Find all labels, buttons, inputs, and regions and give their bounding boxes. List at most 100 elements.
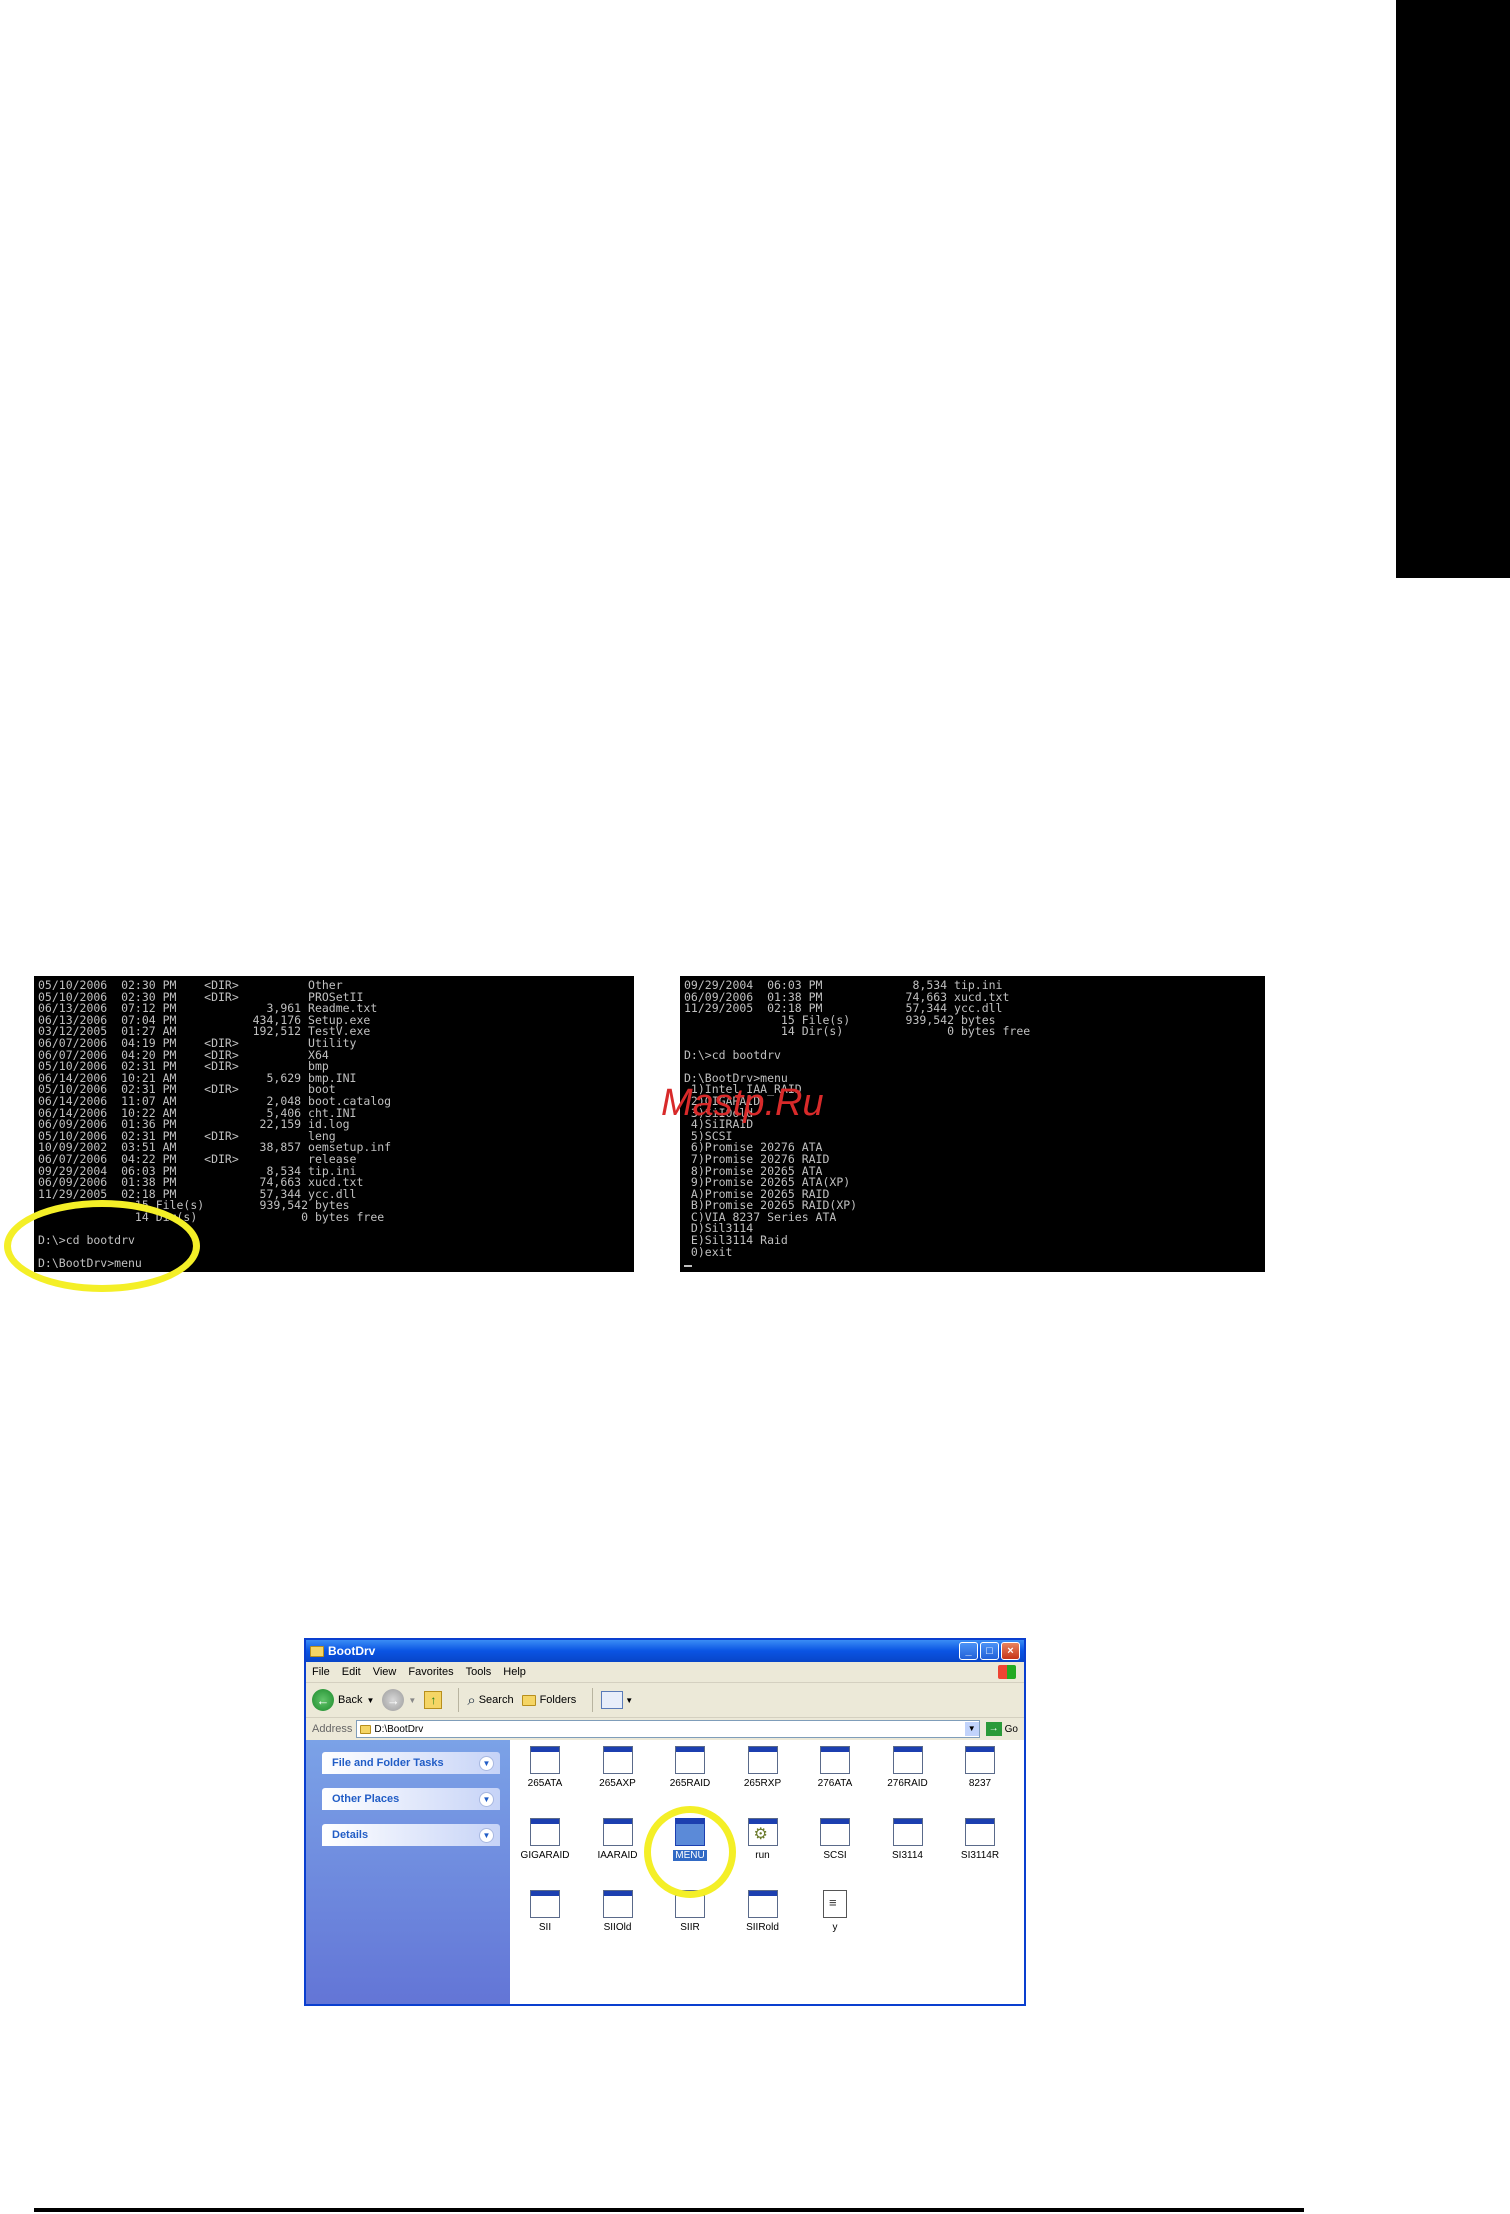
- task-label: Details: [332, 1829, 369, 1841]
- file-name: SIIOld: [603, 1922, 632, 1933]
- address-dropdown-icon[interactable]: ▼: [964, 1722, 979, 1736]
- file-list: 265ATA 265AXP 265RAID 265RXP 276ATA 276RAID 82…: [510, 1740, 1024, 2004]
- file-name: SIIRold: [746, 1922, 779, 1933]
- console-line: E)Sil3114 Raid: [684, 1233, 788, 1248]
- file-item-sii[interactable]: SII: [510, 1890, 580, 1933]
- address-folder-icon: [360, 1724, 372, 1734]
- chevron-down-icon[interactable]: ▼: [479, 1755, 494, 1771]
- program-icon: [602, 1890, 633, 1918]
- program-icon: [965, 1746, 995, 1774]
- file-item-276ata[interactable]: 276ATA: [800, 1746, 870, 1789]
- file-item-siiold[interactable]: SIIOld: [583, 1890, 653, 1933]
- toolbar: ← Back ▼ → ▼ ↑ ⌕ Search Folders ▼: [306, 1683, 1024, 1718]
- forward-arrow-icon: →: [382, 1689, 405, 1711]
- file-name: 8237: [968, 1778, 992, 1789]
- menu-view[interactable]: View: [373, 1666, 397, 1678]
- back-dropdown-icon[interactable]: ▼: [366, 1696, 374, 1705]
- views-dropdown-icon: ▼: [625, 1695, 634, 1705]
- menu-bar: File Edit View Favorites Tools Help: [306, 1662, 1024, 1683]
- task-file-folder[interactable]: File and Folder Tasks ▼: [322, 1752, 500, 1774]
- file-name: SI3114: [892, 1850, 923, 1861]
- task-label: Other Places: [332, 1793, 400, 1805]
- gear-file-icon: [747, 1818, 778, 1846]
- file-name: SIIR: [680, 1922, 700, 1933]
- maximize-button[interactable]: □: [980, 1642, 999, 1660]
- folder-icon: [310, 1645, 324, 1657]
- back-label: Back: [338, 1694, 363, 1706]
- menu-favorites[interactable]: Favorites: [408, 1666, 453, 1678]
- program-icon: [965, 1818, 995, 1846]
- task-details[interactable]: Details ▼: [322, 1824, 500, 1846]
- menu-file[interactable]: File: [312, 1666, 330, 1678]
- forward-button[interactable]: → ▼: [382, 1689, 416, 1711]
- folders-button[interactable]: Folders: [521, 1694, 577, 1706]
- folders-label: Folders: [539, 1694, 577, 1706]
- file-item-265axp[interactable]: 265AXP: [583, 1746, 653, 1789]
- menu-tools[interactable]: Tools: [466, 1666, 492, 1678]
- file-name: 265AXP: [599, 1778, 636, 1789]
- watermark: Mastp.Ru: [661, 1082, 824, 1124]
- go-arrow-icon: →: [985, 1722, 1002, 1736]
- task-other-places[interactable]: Other Places ▼: [322, 1788, 500, 1810]
- views-button[interactable]: ▼: [601, 1691, 633, 1709]
- folders-icon: [521, 1694, 536, 1706]
- menu-edit[interactable]: Edit: [342, 1666, 361, 1678]
- program-icon: [530, 1890, 560, 1918]
- task-label: File and Folder Tasks: [332, 1757, 444, 1769]
- chevron-down-icon[interactable]: ▼: [479, 1791, 494, 1807]
- file-item-265ata[interactable]: 265ATA: [510, 1746, 580, 1789]
- file-item-276raid[interactable]: 276RAID: [873, 1746, 943, 1789]
- toolbar-separator: [592, 1688, 594, 1712]
- search-button[interactable]: ⌕ Search: [467, 1692, 513, 1709]
- highlight-circle-command: [4, 1200, 200, 1292]
- go-label: Go: [1004, 1723, 1018, 1735]
- program-icon: [530, 1746, 560, 1774]
- close-button[interactable]: ×: [1001, 1642, 1020, 1660]
- up-button[interactable]: ↑: [424, 1691, 443, 1709]
- file-name: 276ATA: [817, 1778, 853, 1789]
- search-icon: ⌕: [467, 1691, 476, 1709]
- console-line: D:\>cd bootdrv: [684, 1047, 781, 1062]
- folder-up-icon: ↑: [424, 1691, 443, 1709]
- document-icon: [823, 1890, 847, 1918]
- file-item-scsi[interactable]: SCSI: [800, 1818, 870, 1861]
- console-cursor-line: [684, 1258, 1261, 1270]
- back-arrow-icon: ←: [312, 1689, 334, 1711]
- program-icon: [675, 1746, 705, 1774]
- minimize-button[interactable]: _: [959, 1642, 978, 1660]
- file-item-265rxp[interactable]: 265RXP: [728, 1746, 798, 1789]
- file-item-8237[interactable]: 8237: [945, 1746, 1015, 1789]
- chevron-down-icon[interactable]: ▼: [479, 1827, 494, 1843]
- program-icon: [820, 1818, 850, 1846]
- go-button[interactable]: → Go: [985, 1722, 1018, 1736]
- file-item-siirold[interactable]: SIIRold: [728, 1890, 798, 1933]
- toolbar-separator: [458, 1688, 460, 1712]
- address-label: Address: [312, 1723, 353, 1735]
- file-item-265raid[interactable]: 265RAID: [655, 1746, 725, 1789]
- views-icon: [601, 1691, 624, 1709]
- program-icon: [892, 1818, 923, 1846]
- title-bar[interactable]: BootDrv _ □ ×: [306, 1640, 1024, 1662]
- window-title: BootDrv: [328, 1644, 376, 1658]
- file-item-si3114[interactable]: SI3114: [873, 1818, 943, 1861]
- address-input[interactable]: D:\BootDrv ▼: [356, 1720, 980, 1738]
- address-bar: Address D:\BootDrv ▼ → Go: [306, 1718, 1024, 1741]
- file-name: y: [832, 1922, 838, 1933]
- side-tab-marker: [1396, 0, 1510, 578]
- file-name: GIGARAID: [520, 1850, 570, 1861]
- file-name: IAARAID: [597, 1850, 638, 1861]
- file-item-iaaraid[interactable]: IAARAID: [583, 1818, 653, 1861]
- console-line: 14 Dir(s) 0 bytes free: [684, 1024, 1031, 1039]
- console-line: C)VIA 8237 Series ATA: [684, 1209, 837, 1224]
- file-item-run[interactable]: run: [728, 1818, 798, 1861]
- menu-help[interactable]: Help: [503, 1666, 526, 1678]
- file-item-y[interactable]: y: [800, 1890, 870, 1933]
- back-button[interactable]: ← Back ▼: [312, 1689, 374, 1711]
- file-item-gigaraid[interactable]: GIGARAID: [510, 1818, 580, 1861]
- file-name: run: [755, 1850, 770, 1861]
- forward-dropdown-icon[interactable]: ▼: [408, 1696, 416, 1705]
- file-item-si3114r[interactable]: SI3114R: [945, 1818, 1015, 1861]
- text-cursor: [684, 1265, 692, 1268]
- program-icon: [530, 1818, 560, 1846]
- program-icon: [892, 1746, 923, 1774]
